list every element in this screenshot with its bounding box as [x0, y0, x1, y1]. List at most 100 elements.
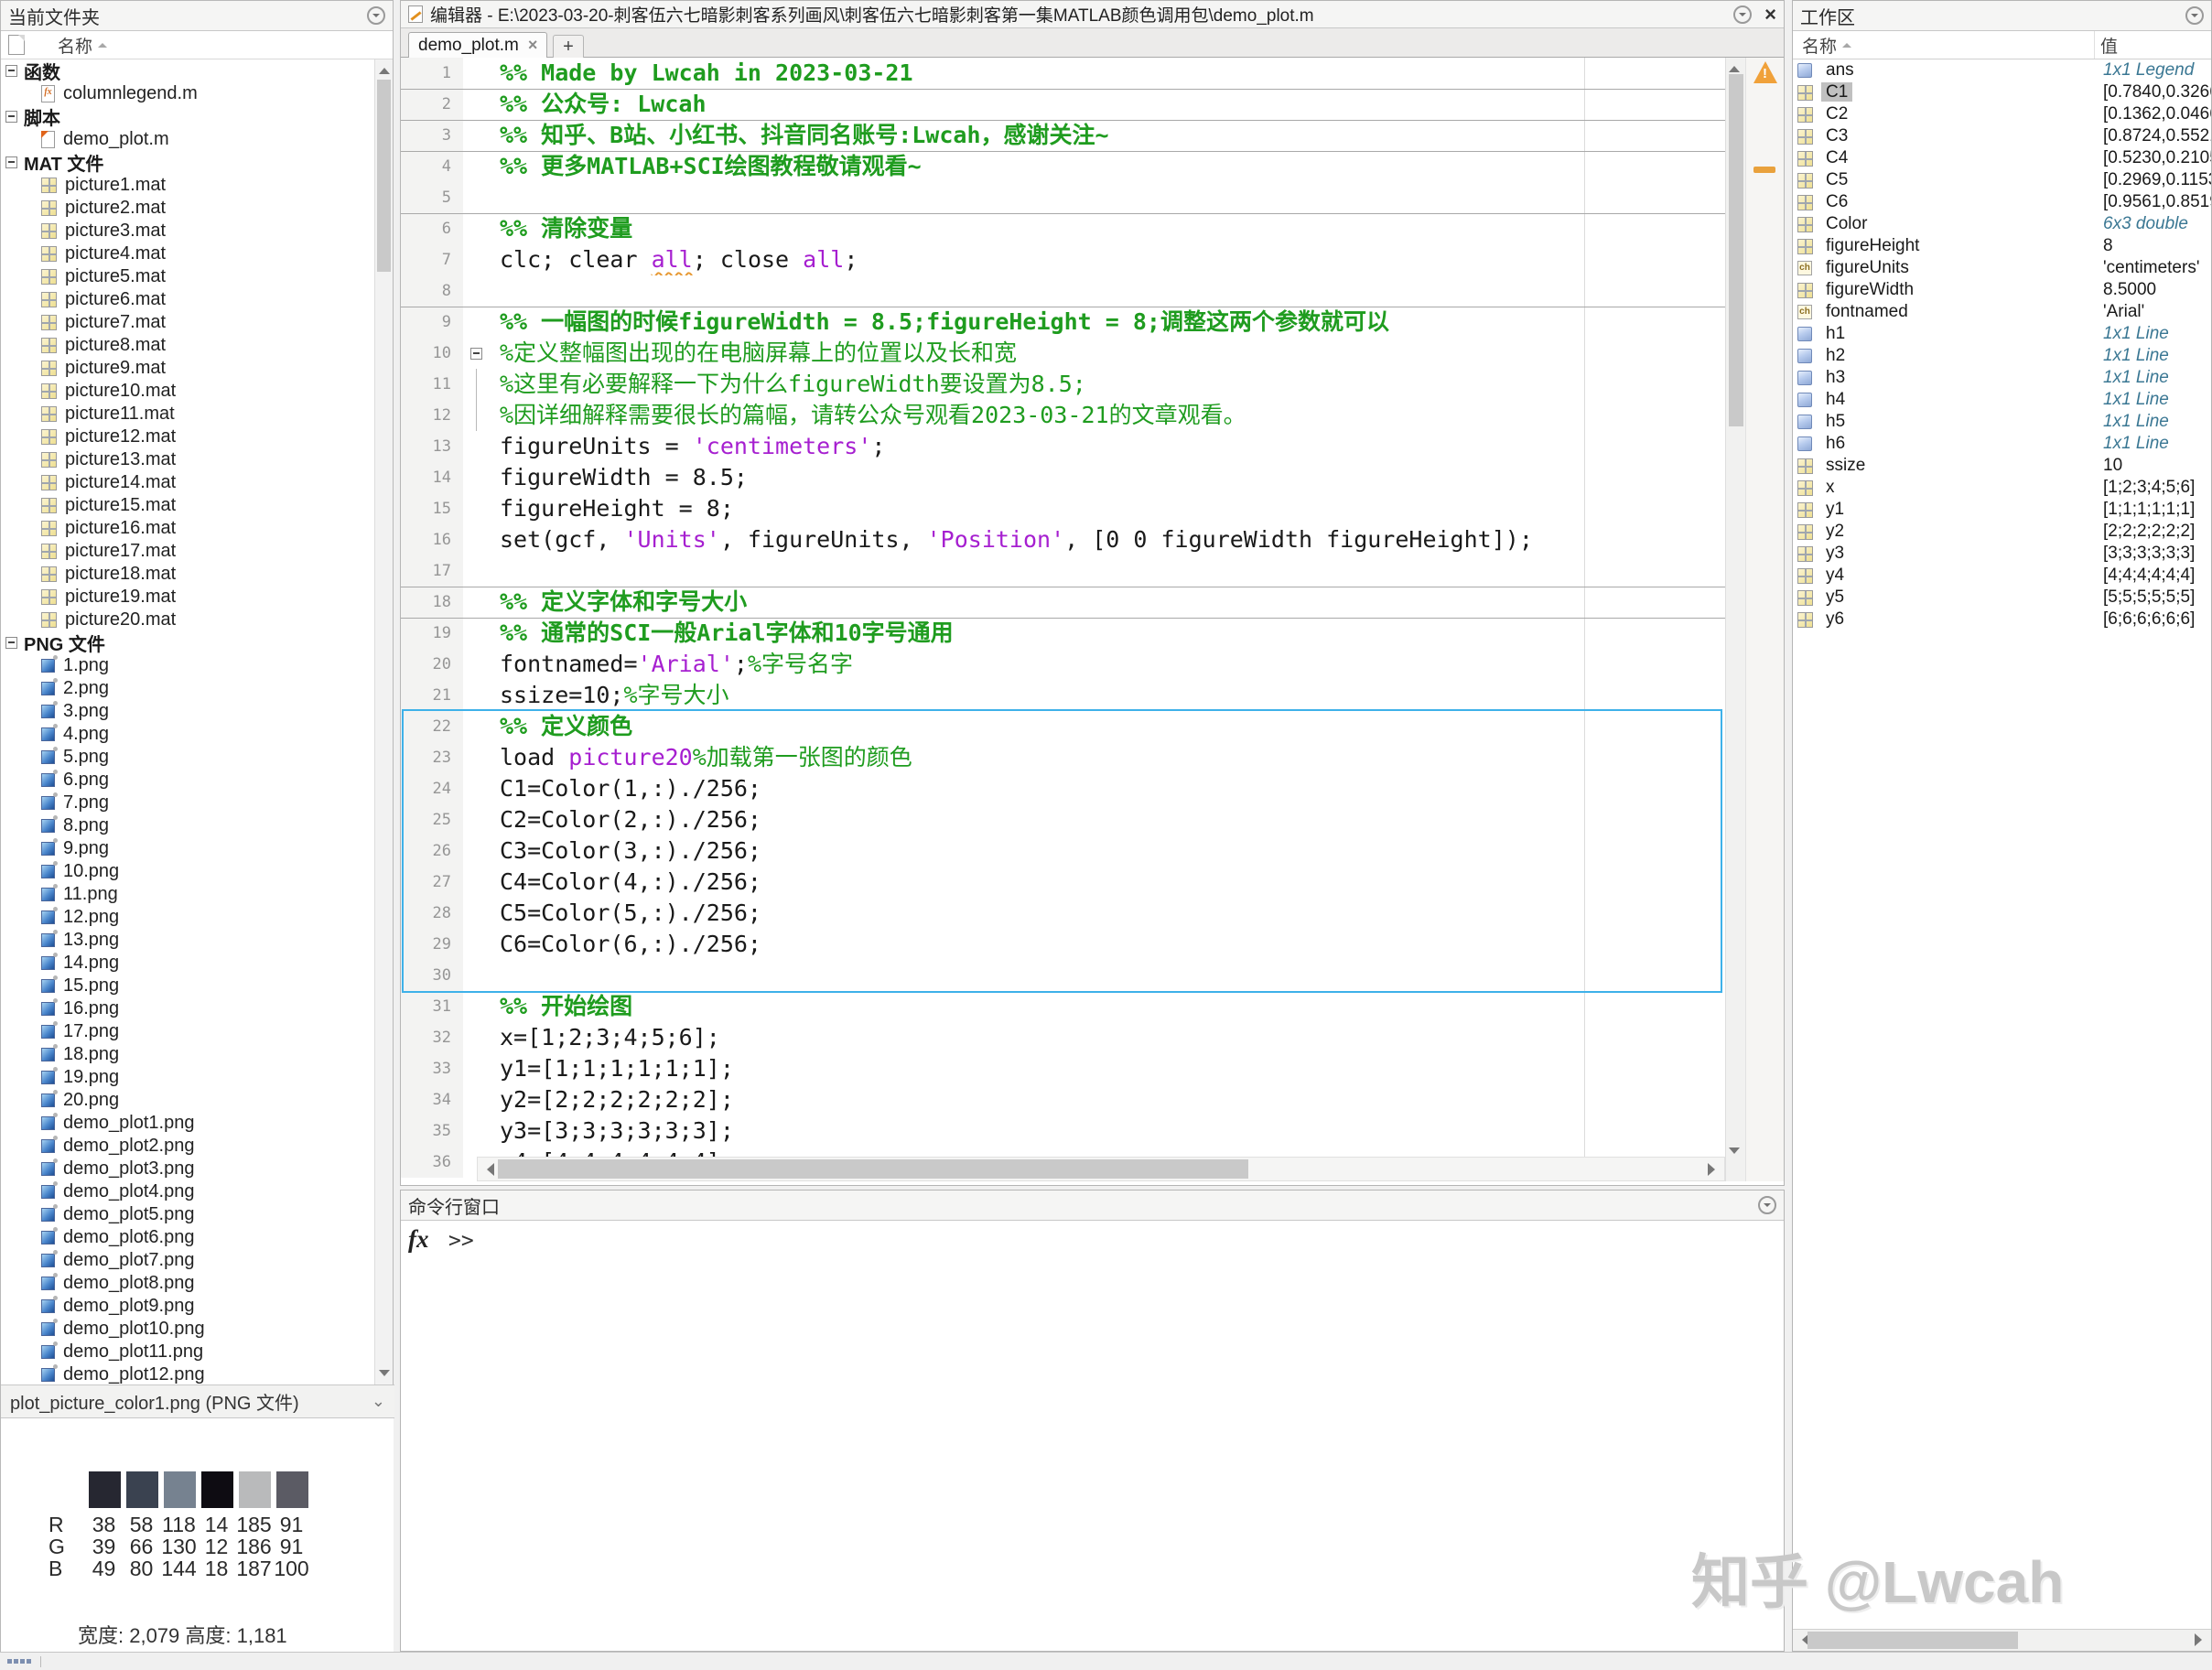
- workspace-name-header[interactable]: 名称: [1793, 31, 2095, 59]
- file-item[interactable]: 15.png: [1, 975, 376, 997]
- code-line[interactable]: 10%定义整幅图出现的在电脑屏幕上的位置以及长和宽: [401, 338, 1784, 369]
- collapse-icon[interactable]: [5, 156, 17, 168]
- code-line[interactable]: 1%% Made by Lwcah in 2023-03-21: [401, 58, 1784, 89]
- file-item[interactable]: demo_plot10.png: [1, 1318, 376, 1341]
- file-item[interactable]: picture11.mat: [1, 403, 376, 426]
- workspace-row[interactable]: y1[1;1;1;1;1;1]: [1793, 499, 2211, 521]
- code-line[interactable]: 27C4=Color(4,:)./256;: [401, 867, 1784, 898]
- code-line[interactable]: 15figureHeight = 8;: [401, 493, 1784, 524]
- scrollbar-thumb[interactable]: [1807, 1632, 2018, 1649]
- workspace-row[interactable]: C4[0.5230,0.2105,: [1793, 147, 2211, 169]
- file-tree-scrollbar[interactable]: [374, 59, 393, 1384]
- tree-section-header[interactable]: MAT 文件: [1, 151, 376, 174]
- file-item[interactable]: 9.png: [1, 837, 376, 860]
- panel-menu-icon[interactable]: [1758, 1196, 1776, 1214]
- tree-section-header[interactable]: PNG 文件: [1, 631, 376, 654]
- file-item[interactable]: demo_plot11.png: [1, 1341, 376, 1363]
- scroll-up-icon[interactable]: [1729, 60, 1740, 72]
- workspace-row[interactable]: h61x1 Line: [1793, 433, 2211, 455]
- tab-close-icon[interactable]: ×: [528, 36, 538, 55]
- file-item[interactable]: picture14.mat: [1, 471, 376, 494]
- code-line[interactable]: 22%% 定义颜色: [401, 711, 1784, 742]
- code-line[interactable]: 11%这里有必要解释一下为什么figureWidth要设置为8.5;: [401, 369, 1784, 400]
- file-item[interactable]: demo_plot8.png: [1, 1272, 376, 1295]
- scroll-down-icon[interactable]: [379, 1370, 390, 1382]
- scrollbar-thumb[interactable]: [377, 80, 391, 272]
- workspace-row[interactable]: figureWidth8.5000: [1793, 279, 2211, 301]
- file-item[interactable]: picture9.mat: [1, 357, 376, 380]
- file-item[interactable]: 13.png: [1, 929, 376, 952]
- file-item[interactable]: demo_plot5.png: [1, 1203, 376, 1226]
- code-line[interactable]: 7clc; clear all; close all;: [401, 244, 1784, 275]
- file-item[interactable]: picture6.mat: [1, 288, 376, 311]
- tree-section-header[interactable]: 函数: [1, 59, 376, 82]
- code-line[interactable]: 3%% 知乎、B站、小红书、抖音同名账号:Lwcah，感谢关注~: [401, 120, 1784, 151]
- file-item[interactable]: picture12.mat: [1, 426, 376, 448]
- file-item[interactable]: picture19.mat: [1, 586, 376, 609]
- code-line[interactable]: 24C1=Color(1,:)./256;: [401, 773, 1784, 804]
- workspace-row[interactable]: y6[6;6;6;6;6;6]: [1793, 609, 2211, 630]
- scroll-up-icon[interactable]: [379, 62, 390, 74]
- scroll-down-icon[interactable]: [1729, 1147, 1740, 1159]
- file-item[interactable]: picture8.mat: [1, 334, 376, 357]
- fx-icon[interactable]: fx: [408, 1225, 429, 1254]
- file-item[interactable]: 17.png: [1, 1020, 376, 1043]
- editor-menu-icon[interactable]: [1733, 5, 1752, 24]
- workspace-row[interactable]: ssize10: [1793, 455, 2211, 477]
- code-line[interactable]: 30: [401, 960, 1784, 991]
- tab-demo-plot[interactable]: demo_plot.m ×: [408, 32, 547, 58]
- file-item[interactable]: picture17.mat: [1, 540, 376, 563]
- code-line[interactable]: 4%% 更多MATLAB+SCI绘图教程敬请观看~: [401, 151, 1784, 182]
- file-item[interactable]: picture16.mat: [1, 517, 376, 540]
- code-line[interactable]: 5: [401, 182, 1784, 213]
- file-item[interactable]: 18.png: [1, 1043, 376, 1066]
- workspace-row[interactable]: C1[0.7840,0.3266,: [1793, 81, 2211, 103]
- collapse-details-icon[interactable]: ⌄: [372, 1392, 385, 1411]
- workspace-row[interactable]: y2[2;2;2;2;2;2]: [1793, 521, 2211, 543]
- code-line[interactable]: 29C6=Color(6,:)./256;: [401, 929, 1784, 960]
- file-item[interactable]: 4.png: [1, 723, 376, 746]
- code-line[interactable]: 33y1=[1;1;1;1;1;1];: [401, 1053, 1784, 1084]
- workspace-row[interactable]: x[1;2;3;4;5;6]: [1793, 477, 2211, 499]
- file-item[interactable]: picture5.mat: [1, 265, 376, 288]
- workspace-row[interactable]: C3[0.8724,0.5521,: [1793, 125, 2211, 147]
- collapse-icon[interactable]: [5, 637, 17, 649]
- file-item[interactable]: picture18.mat: [1, 563, 376, 586]
- workspace-row[interactable]: ans1x1 Legend: [1793, 59, 2211, 81]
- file-item[interactable]: picture15.mat: [1, 494, 376, 517]
- scrollbar-thumb[interactable]: [498, 1159, 1248, 1179]
- code-line[interactable]: 14figureWidth = 8.5;: [401, 462, 1784, 493]
- code-line[interactable]: 9%% 一幅图的时候figureWidth = 8.5;figureHeight…: [401, 307, 1784, 338]
- code-line[interactable]: 12%因详细解释需要很长的篇幅，请转公众号观看2023-03-21的文章观看。: [401, 400, 1784, 431]
- workspace-row[interactable]: C6[0.9561,0.8519,: [1793, 191, 2211, 213]
- code-line[interactable]: 34y2=[2;2;2;2;2;2];: [401, 1084, 1784, 1115]
- code-line[interactable]: 2%% 公众号: Lwcah: [401, 89, 1784, 120]
- file-item[interactable]: demo_plot6.png: [1, 1226, 376, 1249]
- panel-menu-icon[interactable]: [367, 6, 385, 25]
- file-item[interactable]: demo_plot3.png: [1, 1158, 376, 1180]
- workspace-row[interactable]: y5[5;5;5;5;5;5]: [1793, 587, 2211, 609]
- file-item[interactable]: 5.png: [1, 746, 376, 769]
- code-line[interactable]: 6%% 清除变量: [401, 213, 1784, 244]
- file-details-bar[interactable]: plot_picture_color1.png (PNG 文件) ⌄: [1, 1384, 394, 1418]
- file-item[interactable]: picture7.mat: [1, 311, 376, 334]
- file-item[interactable]: 12.png: [1, 906, 376, 929]
- workspace-row[interactable]: y3[3;3;3;3;3;3]: [1793, 543, 2211, 565]
- warning-marker[interactable]: [1753, 167, 1775, 173]
- code-line[interactable]: 35y3=[3;3;3;3;3;3];: [401, 1115, 1784, 1147]
- file-item[interactable]: demo_plot4.png: [1, 1180, 376, 1203]
- file-item[interactable]: picture2.mat: [1, 197, 376, 220]
- file-item[interactable]: 1.png: [1, 654, 376, 677]
- workspace-row[interactable]: h41x1 Line: [1793, 389, 2211, 411]
- workspace-row[interactable]: C2[0.1362,0.0466,: [1793, 103, 2211, 125]
- new-tab-button[interactable]: +: [553, 35, 584, 58]
- editor-vscrollbar[interactable]: [1725, 58, 1745, 1181]
- name-column-header[interactable]: 名称: [58, 33, 107, 58]
- code-line[interactable]: 25C2=Color(2,:)./256;: [401, 804, 1784, 835]
- file-item[interactable]: 11.png: [1, 883, 376, 906]
- file-item[interactable]: demo_plot9.png: [1, 1295, 376, 1318]
- file-item[interactable]: picture20.mat: [1, 609, 376, 631]
- workspace-row[interactable]: chfigureUnits'centimeters': [1793, 257, 2211, 279]
- code-line[interactable]: 13figureUnits = 'centimeters';: [401, 431, 1784, 462]
- workspace-row[interactable]: h31x1 Line: [1793, 367, 2211, 389]
